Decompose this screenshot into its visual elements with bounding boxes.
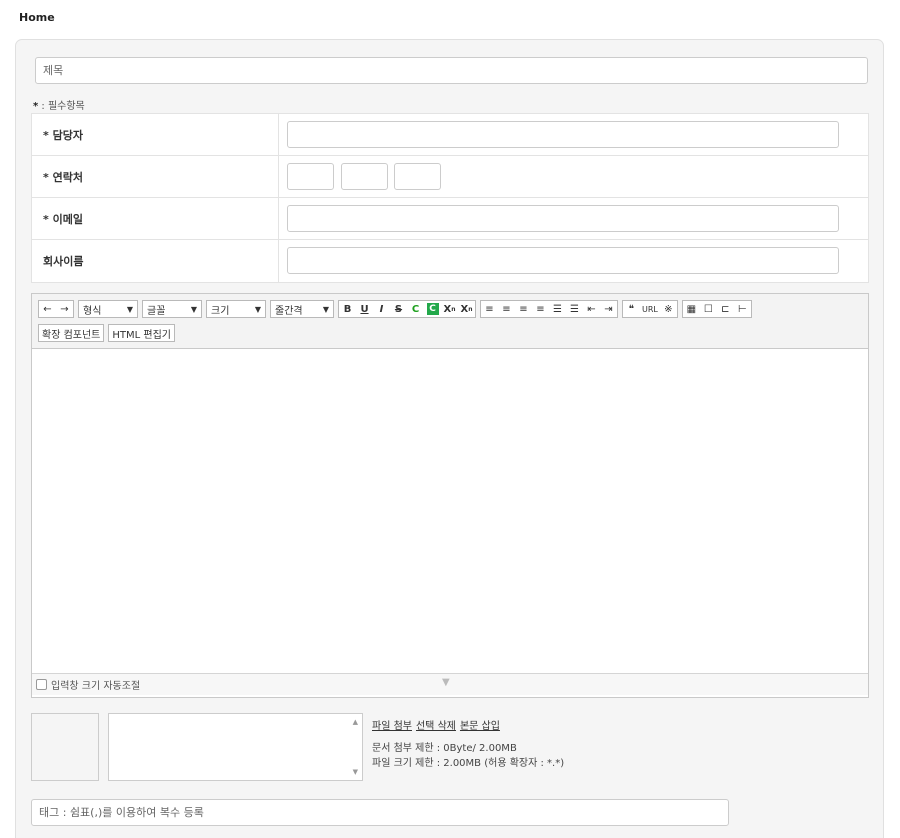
insert-into-body-link[interactable]: 본문 삽입	[460, 717, 500, 732]
size-dropdown-icon: ▼	[254, 304, 261, 314]
scroll-down-icon[interactable]: ▼	[353, 768, 358, 776]
format-select-label: 형식	[83, 305, 102, 317]
phone-input-3[interactable]	[394, 163, 441, 190]
attachment-info: 문서 첨부 제한 : 0Byte/ 2.00MB 파일 크기 제한 : 2.00…	[372, 741, 564, 771]
subscript-label: X	[460, 303, 469, 315]
size-select[interactable]: 크기 ▼	[206, 300, 266, 318]
outdent-icon[interactable]: ⇤	[583, 301, 600, 317]
lineheight-select-label: 줄간격	[275, 305, 303, 317]
contact-form-table: * 담당자 * 연락처 * 이메일 회사이름	[31, 113, 869, 283]
format-dropdown-icon: ▼	[126, 304, 133, 314]
url-button[interactable]: URL	[640, 301, 660, 317]
align-right-icon[interactable]: ≡	[515, 301, 532, 317]
subscript-button[interactable]: Xn	[458, 301, 475, 317]
tag-placeholder: 태그 : 쉼표(,)를 이용하여 복수 등록	[39, 806, 204, 819]
attachment-preview	[31, 713, 99, 781]
font-select[interactable]: 글꼴 ▼	[142, 300, 202, 318]
title-placeholder: 제목	[43, 64, 64, 77]
autosize-label: 입력창 크기 자동조절	[51, 681, 141, 692]
phone-input-1[interactable]	[287, 163, 334, 190]
form-row-email: * 이메일	[32, 198, 868, 240]
title-input[interactable]: 제목	[35, 57, 868, 84]
email-input[interactable]	[287, 205, 839, 232]
attachment-actions: 파일 첨부 선택 삭제 본문 삽입	[372, 717, 500, 732]
editor-toolbar: ← → 형식 ▼ 글꼴 ▼ 크기 ▼ 줄간격 ▼ B U I S C C X n…	[32, 294, 868, 349]
company-label: 회사이름	[32, 240, 279, 282]
underline-button[interactable]: U	[356, 301, 373, 317]
form-row-company: 회사이름	[32, 240, 868, 282]
font-select-label: 글꼴	[147, 305, 166, 317]
redo-button[interactable]: →	[56, 301, 73, 317]
subscript-mark: n	[468, 305, 473, 313]
italic-button[interactable]: I	[373, 301, 390, 317]
file-limit-text: 파일 크기 제한 : 2.00MB (허용 확장자 : *.*)	[372, 758, 565, 769]
phone-input-2[interactable]	[341, 163, 388, 190]
email-label: * 이메일	[32, 198, 279, 239]
scroll-up-icon[interactable]: ▲	[353, 718, 358, 726]
attachment-list[interactable]: ▲ ▼	[108, 713, 363, 781]
bold-button[interactable]: B	[339, 301, 356, 317]
autosize-checkbox[interactable]	[36, 679, 47, 690]
manager-label: * 담당자	[32, 114, 279, 155]
doc-limit-text: 문서 첨부 제한 : 0Byte/ 2.00MB	[372, 743, 517, 754]
company-input[interactable]	[287, 247, 839, 274]
tag-input[interactable]: 태그 : 쉼표(,)를 이용하여 복수 등록	[31, 799, 729, 826]
breadcrumb[interactable]: Home	[19, 11, 55, 24]
rich-text-editor: ← → 형식 ▼ 글꼴 ▼ 크기 ▼ 줄간격 ▼ B U I S C C X n…	[31, 293, 869, 698]
align-center-icon[interactable]: ≡	[498, 301, 515, 317]
box-icon[interactable]: ☐	[700, 301, 717, 317]
align-left-icon[interactable]: ≡	[481, 301, 498, 317]
editor-content-area[interactable]	[32, 349, 868, 673]
required-note: * : 필수항목	[33, 97, 85, 112]
lineheight-select[interactable]: 줄간격 ▼	[270, 300, 334, 318]
unordered-list-icon[interactable]: ☰	[566, 301, 583, 317]
lineheight-dropdown-icon: ▼	[322, 304, 329, 314]
undo-button[interactable]: ←	[39, 301, 56, 317]
align-justify-icon[interactable]: ≡	[532, 301, 549, 317]
attach-file-link[interactable]: 파일 첨부	[372, 717, 412, 732]
bg-color-icon: C	[426, 303, 439, 315]
quote-icon[interactable]: ❝	[623, 301, 640, 317]
superscript-mark: n	[451, 305, 456, 313]
manager-input[interactable]	[287, 121, 839, 148]
editor-resize-bar: 입력창 크기 자동조절 ▼	[32, 673, 868, 695]
write-form-panel: 제목 * : 필수항목 * 담당자 * 연락처 * 이메일 회사이름 ← → 형…	[15, 39, 884, 838]
superscript-label: X	[443, 303, 452, 315]
superscript-button[interactable]: Xn	[441, 301, 458, 317]
font-color-button[interactable]: C	[407, 301, 424, 317]
form-row-phone: * 연락처	[32, 156, 868, 198]
phone-label: * 연락처	[32, 156, 279, 197]
resize-handle-icon[interactable]: ▼	[442, 677, 450, 688]
table-icon[interactable]: ▦	[683, 301, 700, 317]
html-editor-button[interactable]: HTML 편집기	[108, 324, 175, 342]
required-note-text: : 필수항목	[38, 101, 85, 112]
extension-component-button[interactable]: 확장 컴포넌트	[38, 324, 105, 342]
format-select[interactable]: 형식 ▼	[78, 300, 138, 318]
column-icon[interactable]: ⊏	[717, 301, 734, 317]
ordered-list-icon[interactable]: ☰	[549, 301, 566, 317]
delete-selected-link[interactable]: 선택 삭제	[416, 717, 456, 732]
strike-button[interactable]: S	[390, 301, 407, 317]
size-select-label: 크기	[211, 305, 230, 317]
form-row-manager: * 담당자	[32, 114, 868, 156]
row-icon[interactable]: ⊢	[734, 301, 751, 317]
font-dropdown-icon: ▼	[190, 304, 197, 314]
bg-color-button[interactable]: C	[424, 301, 441, 317]
special-char-icon[interactable]: ※	[660, 301, 677, 317]
indent-icon[interactable]: ⇥	[600, 301, 617, 317]
